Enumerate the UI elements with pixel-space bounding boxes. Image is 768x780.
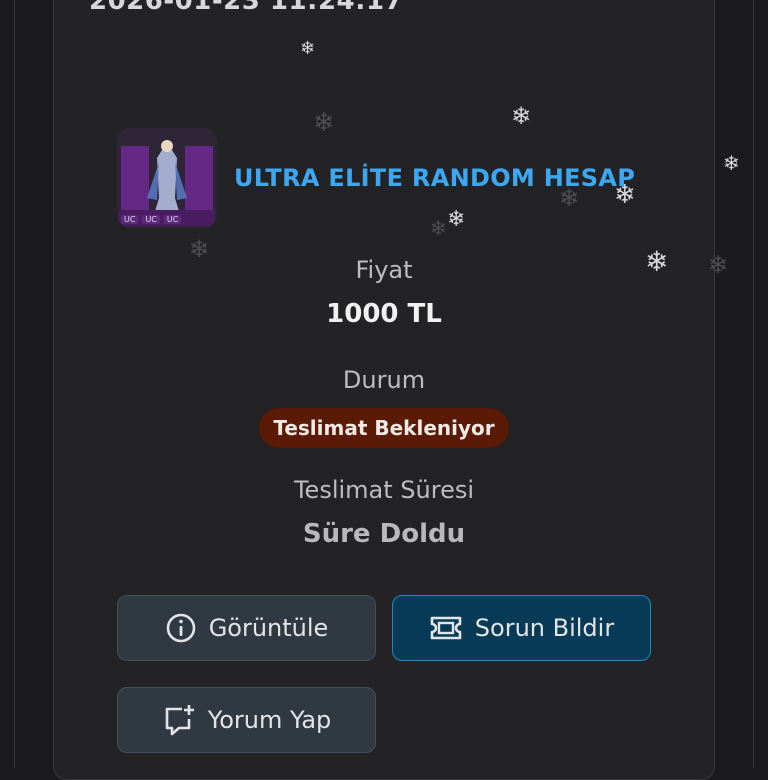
snowflake-decoration: ❄ [511, 102, 532, 130]
snowflake-decoration: ❄ [645, 245, 669, 278]
snowflake-decoration: ❄ [708, 251, 729, 279]
snowflake-decoration: ❄ [300, 38, 316, 59]
delivery-time-value: Süre Doldu [302, 519, 466, 549]
status-label: Durum [342, 366, 426, 394]
snowflake-decoration: ❄ [614, 180, 636, 210]
thumbnail-uc-text: UC [121, 215, 139, 224]
thumbnail-uc-text: UC [163, 215, 182, 224]
report-issue-button[interactable]: Sorun Bildir [392, 595, 651, 661]
write-review-button-label: Yorum Yap [207, 706, 332, 734]
snowflake-decoration: ❄ [447, 207, 466, 232]
product-thumbnail-image [117, 128, 217, 228]
thumbnail-uc-text: UC [142, 215, 160, 224]
order-timestamp: 2026-01-23 11:24:17 [89, 0, 404, 16]
view-button-label: Görüntüle [208, 614, 329, 642]
status-badge: Teslimat Bekleniyor [259, 408, 509, 448]
delivery-time-label: Teslimat Süresi [293, 476, 475, 504]
price-value: 1000 TL [326, 299, 442, 329]
view-button[interactable]: Görüntüle [117, 595, 376, 661]
add-comment-icon [165, 705, 194, 736]
product-thumbnail[interactable]: UC UC UC [117, 128, 217, 228]
write-review-button[interactable]: Yorum Yap [117, 687, 376, 753]
info-icon [166, 613, 195, 643]
snowflake-decoration: ❄ [430, 216, 447, 240]
snowflake-decoration: ❄ [559, 184, 580, 212]
snowflake-decoration: ❄ [189, 235, 210, 263]
report-issue-button-label: Sorun Bildir [474, 614, 615, 642]
snowflake-decoration: ❄ [723, 151, 740, 175]
ticket-icon [430, 616, 462, 640]
snowflake-decoration: ❄ [313, 108, 335, 138]
